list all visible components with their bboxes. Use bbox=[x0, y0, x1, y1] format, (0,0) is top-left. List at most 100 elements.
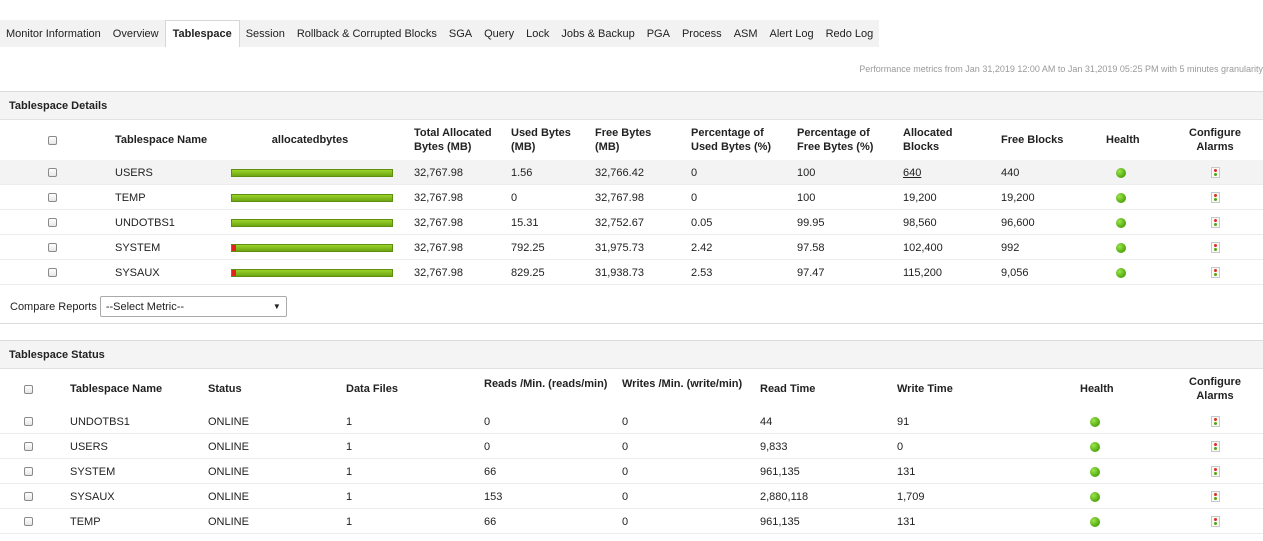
allocated-bytes-bar bbox=[231, 243, 393, 252]
col-reads-per-min[interactable]: Reads /Min. (reads/min) bbox=[484, 369, 607, 409]
health-cell bbox=[1090, 434, 1100, 459]
allocated-blocks[interactable]: 640 bbox=[903, 160, 921, 185]
allocated-bytes-bar-cell bbox=[231, 160, 393, 185]
row-checkbox-cell[interactable] bbox=[48, 235, 57, 260]
configure-alarm-cell[interactable] bbox=[1180, 509, 1250, 534]
health-cell bbox=[1090, 459, 1100, 484]
configure-alarm-icon[interactable] bbox=[1210, 466, 1220, 477]
configure-alarm-icon[interactable] bbox=[1210, 217, 1220, 228]
tab-process[interactable]: Process bbox=[676, 20, 728, 47]
col-status[interactable]: Status bbox=[208, 369, 242, 409]
configure-alarm-icon[interactable] bbox=[1210, 441, 1220, 452]
configure-alarm-cell[interactable] bbox=[1180, 235, 1250, 260]
col-pct-free[interactable]: Percentage of Free Bytes (%) bbox=[797, 120, 873, 160]
tab-asm[interactable]: ASM bbox=[728, 20, 764, 47]
col-free-blocks[interactable]: Free Blocks bbox=[1001, 120, 1063, 160]
tab-alert-log[interactable]: Alert Log bbox=[764, 20, 820, 47]
allocated-bytes-bar-cell bbox=[231, 260, 393, 285]
row-checkbox-cell[interactable] bbox=[24, 459, 33, 484]
row-checkbox[interactable] bbox=[48, 193, 57, 202]
configure-alarm-icon[interactable] bbox=[1210, 192, 1220, 203]
configure-alarm-cell[interactable] bbox=[1180, 484, 1250, 509]
col-health[interactable]: Health bbox=[1080, 369, 1114, 409]
row-checkbox[interactable] bbox=[48, 243, 57, 252]
tab-redo-log[interactable]: Redo Log bbox=[820, 20, 880, 47]
row-checkbox[interactable] bbox=[48, 218, 57, 227]
health-status-icon bbox=[1090, 491, 1100, 502]
row-checkbox[interactable] bbox=[24, 492, 33, 501]
col-tablespace-name[interactable]: Tablespace Name bbox=[70, 369, 162, 409]
tab-monitor-information[interactable]: Monitor Information bbox=[0, 20, 107, 47]
data-files: 1 bbox=[346, 465, 353, 478]
tab-sga[interactable]: SGA bbox=[443, 20, 478, 47]
col-pct-used[interactable]: Percentage of Used Bytes (%) bbox=[691, 120, 771, 160]
total-allocated: 32,767.98 bbox=[414, 266, 463, 279]
configure-alarm-cell[interactable] bbox=[1180, 434, 1250, 459]
col-read-time[interactable]: Read Time bbox=[760, 369, 815, 409]
configure-alarm-icon[interactable] bbox=[1210, 167, 1220, 178]
col-used-bytes[interactable]: Used Bytes (MB) bbox=[511, 120, 571, 160]
allocated-blocks: 115,200 bbox=[903, 266, 942, 279]
col-allocated-blocks[interactable]: Allocated Blocks bbox=[903, 120, 953, 160]
row-checkbox-cell[interactable] bbox=[48, 210, 57, 235]
configure-alarm-cell[interactable] bbox=[1180, 160, 1250, 185]
configure-alarm-icon[interactable] bbox=[1210, 516, 1220, 527]
col-writes-per-min[interactable]: Writes /Min. (write/min) bbox=[622, 369, 742, 409]
row-checkbox-cell[interactable] bbox=[48, 185, 57, 210]
configure-alarm-cell[interactable] bbox=[1180, 409, 1250, 434]
free-blocks: 9,056 bbox=[1001, 266, 1029, 279]
tab-jobs-backup[interactable]: Jobs & Backup bbox=[555, 20, 640, 47]
tab-overview[interactable]: Overview bbox=[107, 20, 165, 47]
configure-alarm-icon[interactable] bbox=[1210, 416, 1220, 427]
total-allocated: 32,767.98 bbox=[414, 216, 463, 229]
configure-alarm-icon[interactable] bbox=[1210, 267, 1220, 278]
col-configure-alarms: Configure Alarms bbox=[1189, 127, 1241, 153]
tab-lock[interactable]: Lock bbox=[520, 20, 555, 47]
row-checkbox[interactable] bbox=[24, 467, 33, 476]
row-checkbox-cell[interactable] bbox=[24, 509, 33, 534]
row-checkbox-cell[interactable] bbox=[24, 484, 33, 509]
select-all-checkbox-cell[interactable] bbox=[24, 369, 34, 409]
used-portion-bar bbox=[232, 269, 237, 276]
col-data-files[interactable]: Data Files bbox=[346, 369, 398, 409]
row-checkbox[interactable] bbox=[48, 268, 57, 277]
col-total-allocated[interactable]: Total Allocated Bytes (MB) bbox=[414, 120, 492, 160]
details-header-row: Tablespace Name allocatedbytes Total All… bbox=[0, 120, 1263, 160]
health-cell bbox=[1116, 235, 1126, 260]
row-checkbox-cell[interactable] bbox=[48, 260, 57, 285]
row-checkbox[interactable] bbox=[24, 442, 33, 451]
tablespace-details-header: Tablespace Details bbox=[0, 91, 1263, 120]
configure-alarm-cell[interactable] bbox=[1180, 185, 1250, 210]
col-free-bytes[interactable]: Free Bytes (MB) bbox=[595, 120, 651, 160]
row-checkbox[interactable] bbox=[48, 168, 57, 177]
tab-rollback-corrupted-blocks[interactable]: Rollback & Corrupted Blocks bbox=[291, 20, 443, 47]
select-all-checkbox[interactable] bbox=[48, 135, 57, 145]
select-all-checkbox-cell[interactable] bbox=[48, 120, 58, 160]
total-allocated: 32,767.98 bbox=[414, 241, 463, 254]
select-all-checkbox[interactable] bbox=[24, 384, 33, 394]
pct-free: 99.95 bbox=[797, 216, 825, 229]
row-checkbox-cell[interactable] bbox=[24, 409, 33, 434]
configure-alarm-cell[interactable] bbox=[1180, 210, 1250, 235]
configure-alarm-icon[interactable] bbox=[1210, 242, 1220, 253]
row-checkbox[interactable] bbox=[24, 517, 33, 526]
table-row: SYSAUX ONLINE 1 153 0 2,880,118 1,709 bbox=[0, 484, 1263, 509]
write-time: 131 bbox=[897, 515, 916, 528]
tab-session[interactable]: Session bbox=[240, 20, 291, 47]
row-checkbox-cell[interactable] bbox=[24, 434, 33, 459]
tab-pga[interactable]: PGA bbox=[641, 20, 676, 47]
select-metric-dropdown[interactable]: --Select Metric-- ▼ bbox=[99, 296, 287, 317]
tab-query[interactable]: Query bbox=[478, 20, 520, 47]
configure-alarm-cell[interactable] bbox=[1180, 459, 1250, 484]
tab-tablespace[interactable]: Tablespace bbox=[164, 20, 240, 47]
configure-alarm-cell[interactable] bbox=[1180, 260, 1250, 285]
row-checkbox[interactable] bbox=[24, 417, 33, 426]
col-tablespace-name[interactable]: Tablespace Name bbox=[115, 120, 207, 160]
col-write-time[interactable]: Write Time bbox=[897, 369, 953, 409]
col-health[interactable]: Health bbox=[1106, 120, 1140, 160]
row-checkbox-cell[interactable] bbox=[48, 160, 57, 185]
writes-per-min: 0 bbox=[622, 465, 629, 478]
configure-alarm-icon[interactable] bbox=[1210, 491, 1220, 502]
allocated-bytes-bar bbox=[231, 193, 393, 202]
col-allocatedbytes[interactable]: allocatedbytes bbox=[230, 120, 390, 160]
